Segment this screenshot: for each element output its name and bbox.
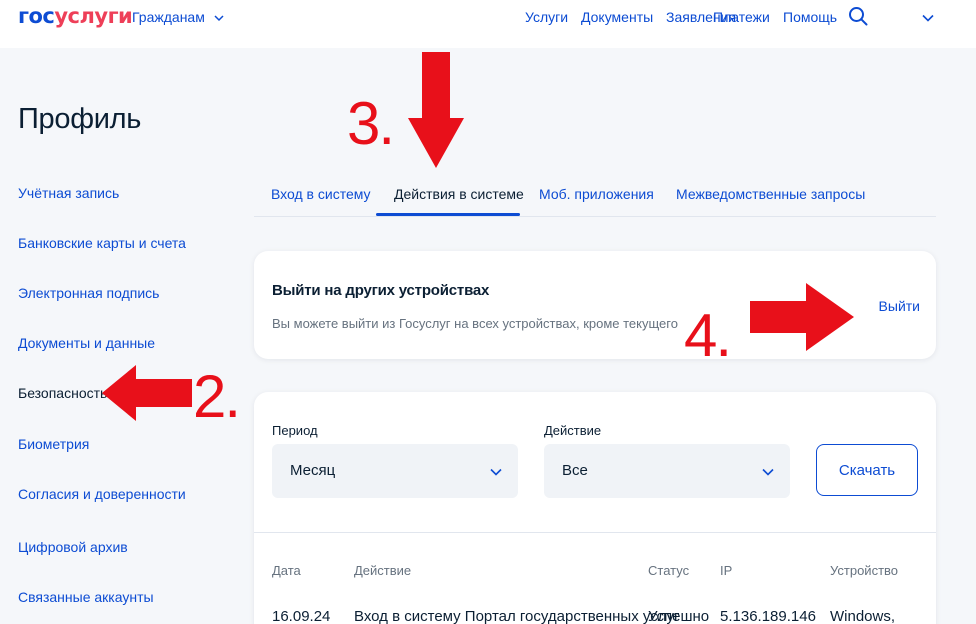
annotation-arrow-right-icon (750, 283, 854, 351)
logout-link[interactable]: Выйти (879, 298, 920, 314)
annotation-number-4: 4. (684, 302, 732, 369)
actions-log-card: Период Месяц Действие Все Скачать Дата Д… (254, 392, 936, 624)
tab-actions[interactable]: Действия в системе (394, 186, 524, 202)
nav-services[interactable]: Услуги (525, 9, 568, 25)
period-select-value: Месяц (290, 462, 336, 479)
logo-part-gos: гос (18, 4, 55, 28)
card-description: Вы можете выйти из Госуслуг на всех устр… (272, 316, 678, 331)
sidebar-item-digital-archive[interactable]: Цифровой архив (18, 539, 128, 555)
annotation-number-2: 2. (193, 363, 241, 430)
gosuslugi-logo[interactable]: госуслуги (18, 4, 133, 28)
annotation-arrow-down-icon (408, 52, 464, 168)
column-header-device: Устройство (830, 563, 899, 578)
cell-status: Успешно (648, 608, 710, 624)
sidebar-item-biometrics[interactable]: Биометрия (18, 436, 89, 452)
action-label: Действие (544, 423, 602, 438)
sidebar-item-consents[interactable]: Согласия и доверенности (18, 486, 186, 502)
chevron-down-icon (214, 15, 224, 22)
cell-date: 16.09.24 (272, 608, 331, 624)
annotation-arrow-left-icon (102, 365, 192, 421)
citizens-menu-label: Гражданам (132, 9, 205, 25)
sidebar-item-security[interactable]: Безопасность (18, 385, 107, 401)
column-header-action: Действие (354, 563, 412, 578)
chevron-down-icon (762, 468, 774, 476)
active-tab-indicator (376, 213, 520, 216)
tabs-divider (254, 216, 936, 217)
nav-payments[interactable]: Платежи (713, 9, 770, 25)
annotation-number-3: 3. (347, 90, 395, 157)
logo-part-uslugi: услуги (54, 4, 133, 28)
sidebar-item-linked-accounts[interactable]: Связанные аккаунты (18, 589, 154, 605)
chevron-down-icon (490, 468, 502, 476)
tab-interagency-requests[interactable]: Межведомственные запросы (676, 186, 865, 202)
tab-login[interactable]: Вход в систему (271, 186, 371, 202)
divider (254, 532, 936, 533)
period-select[interactable]: Месяц (272, 444, 518, 498)
action-select-value: Все (562, 462, 588, 479)
column-header-date: Дата (272, 563, 301, 578)
search-icon[interactable] (848, 6, 868, 26)
sidebar-item-documents[interactable]: Документы и данные (18, 335, 155, 351)
download-button[interactable]: Скачать (816, 444, 918, 496)
user-menu-chevron-icon[interactable] (922, 14, 934, 22)
nav-help[interactable]: Помощь (783, 9, 837, 25)
sidebar-item-e-signature[interactable]: Электронная подпись (18, 285, 159, 301)
nav-documents[interactable]: Документы (581, 9, 653, 25)
cell-ip: 5.136.189.146 (720, 608, 816, 624)
tab-mobile-apps[interactable]: Моб. приложения (539, 186, 654, 202)
page-title: Профиль (18, 103, 142, 135)
cell-action: Вход в систему Портал государственных ус… (354, 608, 680, 624)
citizens-menu[interactable]: Гражданам (132, 9, 224, 25)
action-select[interactable]: Все (544, 444, 790, 498)
top-header: госуслуги Гражданам Услуги Документы Зая… (0, 0, 976, 48)
sidebar-item-account[interactable]: Учётная запись (18, 185, 119, 201)
sidebar-item-bank-cards[interactable]: Банковские карты и счета (18, 235, 186, 251)
period-label: Период (272, 423, 318, 438)
card-title: Выйти на других устройствах (272, 282, 490, 299)
column-header-ip: IP (720, 563, 733, 578)
cell-device: Windows, (830, 608, 896, 624)
column-header-status: Статус (648, 563, 690, 578)
